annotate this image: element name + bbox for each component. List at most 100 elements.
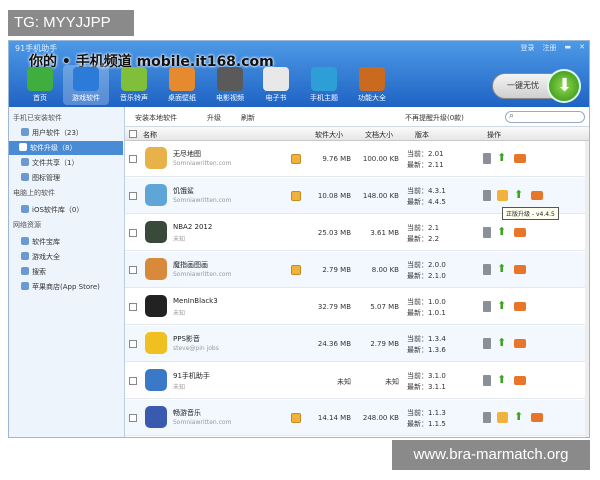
current-version: 当前：2.0.0 <box>407 261 446 269</box>
sidebar-item-label: iOS软件库（0） <box>32 206 84 214</box>
latest-version: 最新：1.0.1 <box>407 309 446 317</box>
search-input[interactable] <box>505 111 585 123</box>
ignored-updates-link[interactable]: 不再提醒升级(0款) <box>405 113 464 123</box>
app-icon <box>145 295 167 317</box>
trash-icon[interactable] <box>483 152 491 164</box>
doc-size: 100.00 KB <box>362 155 399 163</box>
sidebar-item-3[interactable]: 文件共享（1） <box>21 156 78 170</box>
sidebar-item-9[interactable]: 游戏大全 <box>21 250 60 264</box>
backup-icon[interactable] <box>531 190 543 200</box>
upgrade-arrow-icon[interactable]: ⬆ <box>497 226 508 238</box>
sidebar-item-4[interactable]: 图标管理 <box>21 171 60 185</box>
folder-icon <box>21 252 29 260</box>
toolbar-item-1[interactable]: 游戏软件 <box>63 65 109 105</box>
row-checkbox[interactable] <box>129 192 137 200</box>
toolbar-label: 游戏软件 <box>72 94 100 102</box>
upgrade-arrow-icon[interactable]: ⬆ <box>514 189 525 201</box>
backup-icon[interactable] <box>514 301 526 311</box>
sidebar-item-2[interactable]: 软件升级（8） <box>9 141 123 155</box>
close-icon[interactable]: ✕ <box>579 43 585 53</box>
toolbar-item-2[interactable]: 音乐铃声 <box>111 67 157 103</box>
app-name: MenInBlack3 <box>173 297 218 305</box>
sidebar-item-0: 手机已安装软件 <box>13 111 62 125</box>
row-actions: ⬆ <box>483 411 543 423</box>
sidebar-item-label: 苹果商店(App Store) <box>32 283 100 291</box>
latest-version: 最新：2.11 <box>407 161 444 169</box>
header-version[interactable]: 版本 <box>415 130 429 140</box>
backup-icon[interactable] <box>514 153 526 163</box>
toolbar-item-5[interactable]: 电子书 <box>253 67 299 103</box>
trash-icon[interactable] <box>483 374 491 386</box>
row-checkbox[interactable] <box>129 229 137 237</box>
app-developer: Somniawritten.com <box>173 160 232 167</box>
doc-size: 未知 <box>385 378 399 386</box>
trash-icon[interactable] <box>483 411 491 423</box>
upgrade-arrow-icon[interactable]: ⬆ <box>514 411 525 423</box>
table-row[interactable]: 91手机助手 未知 未知 未知 当前：3.1.0 最新：3.1.1 ⬆ <box>125 363 589 399</box>
toolbar-item-6[interactable]: 手机主题 <box>301 67 347 103</box>
table-row[interactable]: 无尽地图 Somniawritten.com 9.76 MB 100.00 KB 当前：… <box>125 141 589 177</box>
trash-icon[interactable] <box>483 300 491 312</box>
table-row[interactable]: MenInBlack3 未知 32.79 MB 5.07 MB 当前：1.0.0 最新：1… <box>125 289 589 325</box>
login-link[interactable]: 登录 <box>521 43 535 53</box>
row-checkbox[interactable] <box>129 377 137 385</box>
app-developer: Somniawritten.com <box>173 419 232 426</box>
row-checkbox[interactable] <box>129 155 137 163</box>
sidebar-item-1[interactable]: 用户软件（23） <box>21 126 83 140</box>
toolbar-item-0[interactable]: 首页 <box>17 67 63 103</box>
toolbar-item-3[interactable]: 桌面壁纸 <box>159 67 205 103</box>
table-row[interactable]: PPS影音 steve@pin jobs 24.36 MB 2.79 MB 当前：1.3… <box>125 326 589 362</box>
trash-icon[interactable] <box>483 189 491 201</box>
backup-icon[interactable] <box>531 412 543 422</box>
header-size[interactable]: 软件大小 <box>315 130 343 140</box>
sidebar-item-7: 网络资源 <box>13 218 41 232</box>
sidebar-item-10[interactable]: 搜索 <box>21 265 46 279</box>
table-row[interactable]: NBA2 2012 未知 25.03 MB 3.61 MB 当前：2.1 最新：2.2 ⬆ <box>125 215 589 251</box>
app-size: 2.79 MB <box>322 266 351 274</box>
toolbar-icon <box>217 67 243 91</box>
toolbar-item-7[interactable]: 功能大全 <box>349 67 395 103</box>
toolbar-item-4[interactable]: 电影视频 <box>207 67 253 103</box>
upgrade-arrow-icon[interactable]: ⬆ <box>497 300 508 312</box>
backup-icon[interactable] <box>514 227 526 237</box>
app-size: 未知 <box>337 378 351 386</box>
select-all-checkbox[interactable] <box>129 130 137 138</box>
upgrade-box-icon[interactable] <box>497 411 508 423</box>
trash-icon[interactable] <box>483 337 491 349</box>
header-doc-size[interactable]: 文档大小 <box>365 130 393 140</box>
scrollbar[interactable] <box>585 141 589 437</box>
upgrade-arrow-icon[interactable]: ⬆ <box>497 152 508 164</box>
row-checkbox[interactable] <box>129 266 137 274</box>
one-key-button[interactable]: 一键无忧 <box>492 69 581 103</box>
upgrade-button[interactable]: 升级 <box>207 113 221 123</box>
row-checkbox[interactable] <box>129 340 137 348</box>
toolbar-label: 电子书 <box>265 94 287 102</box>
backup-icon[interactable] <box>514 264 526 274</box>
row-checkbox[interactable] <box>129 414 137 422</box>
sidebar-item-8[interactable]: 软件宝库 <box>21 235 60 249</box>
sidebar-item-6[interactable]: iOS软件库（0） <box>21 203 83 217</box>
upgrade-arrow-icon[interactable]: ⬆ <box>497 263 508 275</box>
backup-icon[interactable] <box>514 375 526 385</box>
refresh-button[interactable]: 刷新 <box>241 113 255 123</box>
backup-icon[interactable] <box>514 338 526 348</box>
register-link[interactable]: 注册 <box>543 43 557 53</box>
minimize-icon[interactable]: ▬ <box>565 43 572 53</box>
table-row[interactable]: 畅游音乐 Somniawritten.com 14.14 MB 248.00 KB 当前… <box>125 400 589 436</box>
watermark-top: TG: MYYJJPP <box>8 10 134 36</box>
trash-icon[interactable] <box>483 263 491 275</box>
main-panel: 安装本地软件 升级 刷新 不再提醒升级(0款) 名称 软件大小 文档大小 版本 … <box>125 107 589 437</box>
folder-icon <box>21 158 29 166</box>
trash-icon[interactable] <box>483 226 491 238</box>
upgrade-arrow-icon[interactable]: ⬆ <box>497 374 508 386</box>
header-name[interactable]: 名称 <box>143 130 157 140</box>
install-local-button[interactable]: 安装本地软件 <box>135 113 177 123</box>
row-checkbox[interactable] <box>129 303 137 311</box>
row-actions: ⬆ <box>483 189 543 201</box>
upgrade-box-icon[interactable] <box>497 189 508 201</box>
upgrade-arrow-icon[interactable]: ⬆ <box>497 337 508 349</box>
sidebar-item-11[interactable]: 苹果商店(App Store) <box>21 280 100 294</box>
row-actions: ⬆ <box>483 337 526 349</box>
table-row[interactable]: 魔指画图画 Somniawritten.com 2.79 MB 8.00 KB 当前：2… <box>125 252 589 288</box>
app-icon <box>145 369 167 391</box>
